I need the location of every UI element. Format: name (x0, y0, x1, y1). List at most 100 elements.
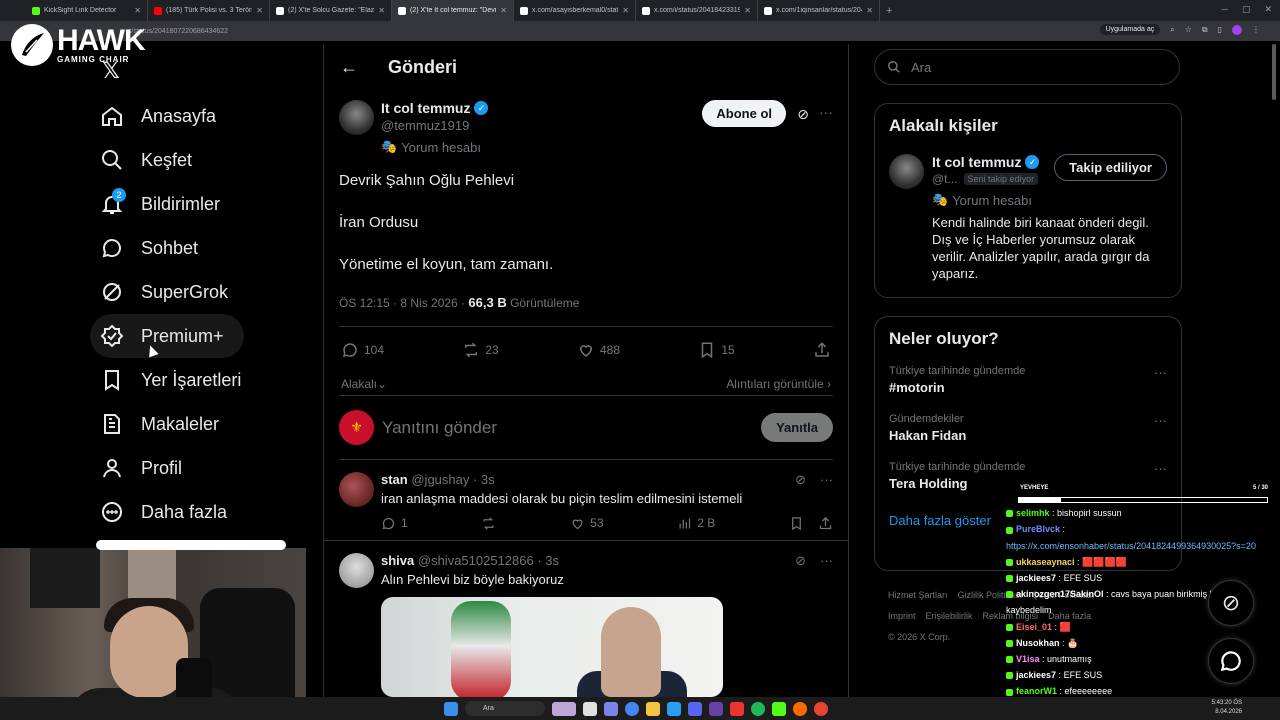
author-handle[interactable]: @temmuz1919 (381, 118, 488, 133)
browser-tab[interactable]: x.com/asayisberkemal0/status ✕ (514, 0, 636, 21)
close-tab-icon[interactable]: ✕ (134, 6, 141, 15)
grok-fab-button[interactable]: ⊘ (1208, 580, 1254, 626)
person-handle[interactable]: @t... (932, 172, 958, 186)
open-in-app-button[interactable]: Uygulamada aç (1099, 24, 1161, 35)
grok-icon[interactable]: ⊘ (795, 472, 806, 488)
more-options-icon[interactable]: ··· (820, 553, 833, 569)
search-box[interactable] (874, 49, 1180, 85)
browser-tab[interactable]: x.com/1iqinsanlar/status/2041 ✕ (758, 0, 880, 21)
browser-tab[interactable]: x.com/i/status/204184233192 ✕ (636, 0, 758, 21)
sidebar-item-search[interactable]: Keşfet (90, 138, 212, 182)
maximize-button[interactable]: ▢ (1242, 4, 1251, 15)
more-options-icon[interactable]: ··· (819, 104, 833, 120)
trend-item[interactable]: Gündemdekiler Hakan Fidan ··· (889, 413, 1167, 443)
views-action[interactable]: 2 B (677, 516, 715, 531)
avatar[interactable] (339, 472, 374, 507)
avatar[interactable] (339, 100, 374, 135)
related-person[interactable]: It col temmuz ✓ @t... Seni takip ediyor 🎭 Y… (889, 154, 1167, 282)
app-icon[interactable] (730, 701, 744, 716)
chat-username[interactable]: PureBlvck (1016, 524, 1060, 534)
avatar[interactable] (889, 154, 924, 189)
reply-image[interactable] (381, 597, 723, 697)
obs-icon[interactable] (793, 701, 807, 716)
taskbar-search[interactable]: Ara (465, 701, 545, 716)
search-input[interactable] (911, 59, 1087, 75)
like-action[interactable]: 488 (577, 341, 620, 359)
following-button[interactable]: Takip ediliyor (1054, 154, 1167, 181)
scrollbar[interactable] (1272, 44, 1276, 100)
browser-menu-icon[interactable]: ⋮ (1252, 25, 1260, 34)
reply-item[interactable]: shiva @shiva5102512866 · 3s Alın Pehlevi… (324, 541, 848, 697)
sidebar-toggle-icon[interactable]: ▯ (1218, 25, 1222, 34)
sidebar-item-bell[interactable]: Bildirimler 2 (90, 182, 240, 226)
grok-icon[interactable]: ⊘ (797, 106, 809, 123)
new-tab-button[interactable]: + (886, 5, 892, 17)
reply-button[interactable]: Yanıtla (761, 413, 833, 442)
bookmark-action[interactable]: 15 (698, 341, 735, 359)
sidebar-item-article[interactable]: Makaleler (90, 402, 239, 446)
chat-username[interactable]: selimhk (1016, 508, 1050, 518)
more-options-icon[interactable]: ··· (1154, 413, 1167, 428)
sidebar-item-chat[interactable]: Sohbet (90, 226, 218, 270)
extensions-icon[interactable]: ⧉ (1202, 25, 1208, 35)
share-action[interactable] (818, 516, 833, 531)
browser-tab[interactable]: (2) X'te It col temmuz: "Devrik ✕ (392, 0, 514, 21)
address-bar[interactable]: s/status/2041807220686434622 Uygulamada … (0, 21, 1280, 41)
chrome-icon[interactable] (625, 701, 639, 716)
close-tab-icon[interactable]: ✕ (744, 6, 751, 15)
footer-link[interactable]: Erişilebilirlik (926, 611, 973, 621)
author-name[interactable]: It col temmuz ✓ (381, 100, 489, 116)
chat-username[interactable]: akinozgen17SakinOl (1016, 589, 1104, 599)
browser-tab[interactable]: KickSight Link Detector ✕ (26, 0, 148, 21)
footer-link[interactable]: Hizmet Şartları (888, 590, 948, 600)
reply-action[interactable]: 104 (341, 341, 384, 359)
close-tab-icon[interactable]: ✕ (378, 6, 385, 15)
grok-icon[interactable]: ⊘ (795, 553, 806, 569)
teams-icon[interactable] (604, 701, 618, 716)
app-icon[interactable] (772, 701, 786, 716)
sidebar-item-premium[interactable]: Premium+ (90, 314, 244, 358)
view-quotes-link[interactable]: Alıntıları görüntüle › (726, 377, 831, 391)
close-window-button[interactable]: ✕ (1264, 4, 1272, 15)
related-dropdown[interactable]: Alakalı⌄ (341, 377, 387, 391)
sidebar-item-bookmark[interactable]: Yer İşaretleri (90, 358, 261, 402)
trend-item[interactable]: Türkiye tarihinde gündemde #motorin ··· (889, 365, 1167, 395)
widget-icon[interactable] (552, 701, 576, 716)
my-avatar[interactable]: ⚜ (339, 410, 374, 445)
reply-input[interactable] (382, 417, 762, 438)
sidebar-item-profile[interactable]: Profil (90, 446, 202, 490)
profile-avatar[interactable] (1232, 24, 1242, 35)
chat-username[interactable]: feanorW1 (1016, 686, 1057, 696)
close-tab-icon[interactable]: ✕ (256, 6, 263, 15)
post-button[interactable] (96, 540, 286, 550)
footer-link[interactable]: © 2026 X Corp. (888, 632, 950, 642)
close-tab-icon[interactable]: ✕ (622, 6, 629, 15)
chrome-icon[interactable] (814, 701, 828, 716)
start-icon[interactable] (444, 701, 458, 716)
back-arrow-icon[interactable]: ← (340, 57, 358, 78)
sidebar-item-more-circle[interactable]: Daha fazla (90, 490, 247, 534)
sidebar-item-grok[interactable]: SuperGrok (90, 270, 248, 314)
reply-action[interactable]: 1 (381, 516, 408, 531)
zoom-icon[interactable]: ⌕ (1170, 25, 1174, 35)
star-icon[interactable]: ☆ (1185, 25, 1192, 34)
like-action[interactable]: 53 (570, 516, 604, 531)
more-options-icon[interactable]: ··· (1154, 461, 1167, 476)
chat-username[interactable]: V1isa (1016, 654, 1040, 664)
discord-icon[interactable] (688, 701, 702, 716)
reply-item[interactable]: stan @jgushay · 3s iran anlaşma maddesi … (324, 460, 848, 541)
messages-fab-button[interactable] (1208, 638, 1254, 684)
edge-icon[interactable] (667, 701, 681, 716)
chat-username[interactable]: Nusokhan (1016, 638, 1060, 648)
folder-icon[interactable] (646, 701, 660, 716)
repost-action[interactable] (481, 516, 496, 531)
browser-tab[interactable]: (2) X'te Solcu Gazete: "Elazığ'da✕ (270, 0, 392, 21)
avatar[interactable] (339, 553, 374, 588)
chat-link[interactable]: https://x.com/ensonhaber/status/20418244… (1006, 541, 1256, 551)
system-clock[interactable]: 5:43:20 ÖS 8.04.2026 (1212, 699, 1242, 717)
bookmark-action[interactable] (789, 516, 804, 531)
subscribe-button[interactable]: Abone ol (702, 100, 786, 127)
close-tab-icon[interactable]: ✕ (500, 6, 507, 15)
explorer-icon[interactable] (583, 701, 597, 716)
chat-username[interactable]: jackiees7 (1016, 573, 1056, 583)
